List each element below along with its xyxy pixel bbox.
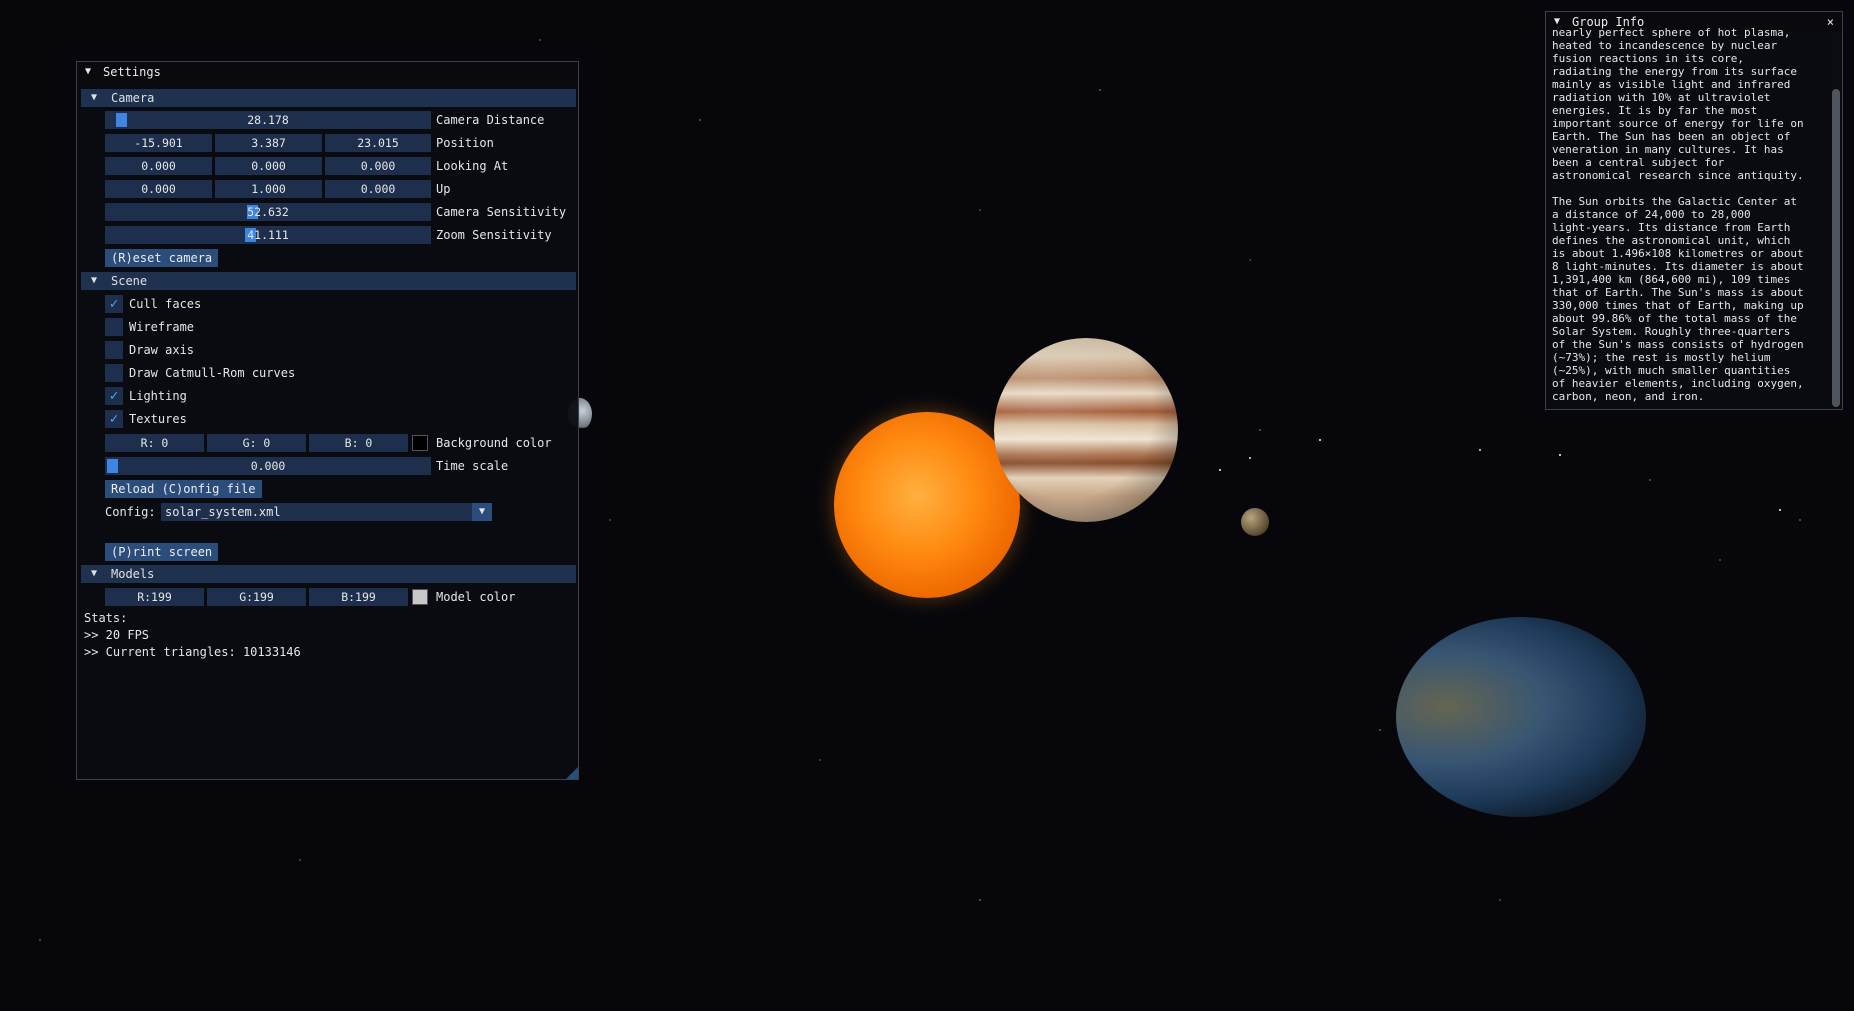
checkmark-icon: ✓ xyxy=(109,388,119,404)
checkbox-label: Draw Catmull-Rom curves xyxy=(129,366,296,380)
slider-grab[interactable] xyxy=(116,113,127,127)
scrollbar[interactable] xyxy=(1832,34,1840,407)
chevron-down-icon[interactable]: ▼ xyxy=(472,503,492,521)
checkbox-row[interactable]: Draw Catmull-Rom curves xyxy=(105,364,295,382)
slider-grab[interactable] xyxy=(107,459,118,473)
checkbox-label: Draw axis xyxy=(129,343,195,357)
print-screen-button[interactable]: (P)rint screen xyxy=(105,543,219,561)
collapse-arrow-icon[interactable]: ▼ xyxy=(91,89,101,107)
settings-title: Settings xyxy=(103,65,161,79)
checkbox-label: Cull faces xyxy=(129,297,202,311)
model-color-g-input[interactable]: G:199 xyxy=(207,588,306,606)
checkmark-icon: ✓ xyxy=(109,411,119,427)
time-scale-label: Time scale xyxy=(436,459,509,473)
up-y-input[interactable]: 1.000 xyxy=(215,180,322,198)
checkbox[interactable]: ✓ xyxy=(105,387,123,405)
small-moon xyxy=(1241,508,1269,536)
up-z-input[interactable]: 0.000 xyxy=(325,180,431,198)
model-color-swatch[interactable] xyxy=(412,589,428,605)
reload-config-button[interactable]: Reload (C)onfig file xyxy=(105,480,262,498)
checkbox[interactable]: ✓ xyxy=(105,295,123,313)
close-icon[interactable]: × xyxy=(1827,12,1834,32)
camera-distance-row: 28.178 xyxy=(105,111,431,129)
up-row: 0.000 1.000 0.000 xyxy=(105,180,431,198)
stats-fps: >> 20 FPS xyxy=(84,628,150,642)
looking-at-label: Looking At xyxy=(436,159,509,173)
group-info-text: nearly perfect sphere of hot plasma, hea… xyxy=(1552,26,1804,403)
looking-at-y-input[interactable]: 0.000 xyxy=(215,157,322,175)
checkbox[interactable] xyxy=(105,341,123,359)
collapse-arrow-icon[interactable]: ▼ xyxy=(91,272,101,290)
camera-distance-label: Camera Distance xyxy=(436,113,545,127)
checkbox-label: Textures xyxy=(129,412,187,426)
jupiter-planet xyxy=(994,338,1178,522)
position-row: -15.901 3.387 23.015 xyxy=(105,134,431,152)
config-select[interactable]: solar_system.xml ▼ xyxy=(161,503,492,521)
checkbox-label: Wireframe xyxy=(129,320,195,334)
collapse-arrow-icon[interactable]: ▼ xyxy=(85,62,95,82)
camera-sensitivity-slider[interactable]: 52.632 xyxy=(105,203,431,221)
checkbox[interactable] xyxy=(105,318,123,336)
checkbox[interactable]: ✓ xyxy=(105,410,123,428)
checkbox-row[interactable]: Wireframe xyxy=(105,318,194,336)
zoom-sensitivity-label: Zoom Sensitivity xyxy=(436,228,552,242)
model-color-label: Model color xyxy=(436,590,516,604)
time-scale-value: 0.000 xyxy=(250,459,286,473)
up-label: Up xyxy=(436,182,451,196)
bg-color-b-input[interactable]: B: 0 xyxy=(309,434,408,452)
checkbox-row[interactable]: Draw axis xyxy=(105,341,194,359)
earth-planet xyxy=(1396,617,1646,817)
camera-header[interactable]: ▼ Camera xyxy=(81,89,576,107)
sun-planet xyxy=(834,412,1020,598)
position-z-input[interactable]: 23.015 xyxy=(325,134,431,152)
model-color-r-input[interactable]: R:199 xyxy=(105,588,204,606)
checkbox-row[interactable]: ✓ Textures xyxy=(105,410,187,428)
up-x-input[interactable]: 0.000 xyxy=(105,180,212,198)
reset-camera-button[interactable]: (R)eset camera xyxy=(105,249,219,267)
background-color-swatch[interactable] xyxy=(412,435,428,451)
config-label: Config: xyxy=(105,505,156,519)
zoom-sensitivity-slider[interactable]: 41.111 xyxy=(105,226,431,244)
stats-title: Stats: xyxy=(84,611,128,625)
camera-sensitivity-value: 52.632 xyxy=(247,205,289,219)
looking-at-z-input[interactable]: 0.000 xyxy=(325,157,431,175)
config-select-value: solar_system.xml xyxy=(165,505,281,519)
bg-color-r-input[interactable]: R: 0 xyxy=(105,434,204,452)
models-header-label: Models xyxy=(111,567,155,581)
models-header[interactable]: ▼ Models xyxy=(81,565,576,583)
background-color-label: Background color xyxy=(436,436,552,450)
looking-at-row: 0.000 0.000 0.000 xyxy=(105,157,431,175)
bg-color-g-input[interactable]: G: 0 xyxy=(207,434,306,452)
collapse-arrow-icon[interactable]: ▼ xyxy=(91,565,101,583)
checkmark-icon: ✓ xyxy=(109,296,119,312)
zoom-sensitivity-value: 41.111 xyxy=(247,228,289,242)
background-color-row: R: 0 G: 0 B: 0 xyxy=(105,434,428,452)
scene-header-label: Scene xyxy=(111,274,148,288)
zoom-sensitivity-row: 41.111 xyxy=(105,226,431,244)
checkbox-row[interactable]: ✓ Cull faces xyxy=(105,295,201,313)
time-scale-row: 0.000 xyxy=(105,457,431,475)
camera-distance-slider[interactable]: 28.178 xyxy=(105,111,431,129)
scene-header[interactable]: ▼ Scene xyxy=(81,272,576,290)
resize-grip[interactable] xyxy=(566,767,578,779)
checkbox-label: Lighting xyxy=(129,389,187,403)
looking-at-x-input[interactable]: 0.000 xyxy=(105,157,212,175)
position-x-input[interactable]: -15.901 xyxy=(105,134,212,152)
camera-distance-value: 28.178 xyxy=(247,113,289,127)
group-info-window[interactable]: ▼ Group Info × nearly perfect sphere of … xyxy=(1545,11,1843,410)
model-color-row: R:199 G:199 B:199 xyxy=(105,588,428,606)
checkbox-row[interactable]: ✓ Lighting xyxy=(105,387,187,405)
settings-window[interactable]: ▼ Settings ▼ Camera 28.178 Camera Distan… xyxy=(76,61,579,780)
camera-sensitivity-row: 52.632 xyxy=(105,203,431,221)
settings-titlebar[interactable]: ▼ Settings xyxy=(77,62,578,82)
position-y-input[interactable]: 3.387 xyxy=(215,134,322,152)
checkbox[interactable] xyxy=(105,364,123,382)
model-color-b-input[interactable]: B:199 xyxy=(309,588,408,606)
position-label: Position xyxy=(436,136,494,150)
camera-sensitivity-label: Camera Sensitivity xyxy=(436,205,567,219)
stats-triangles: >> Current triangles: 10133146 xyxy=(84,645,301,659)
time-scale-slider[interactable]: 0.000 xyxy=(105,457,431,475)
camera-header-label: Camera xyxy=(111,91,155,105)
scroll-thumb[interactable] xyxy=(1832,89,1840,407)
